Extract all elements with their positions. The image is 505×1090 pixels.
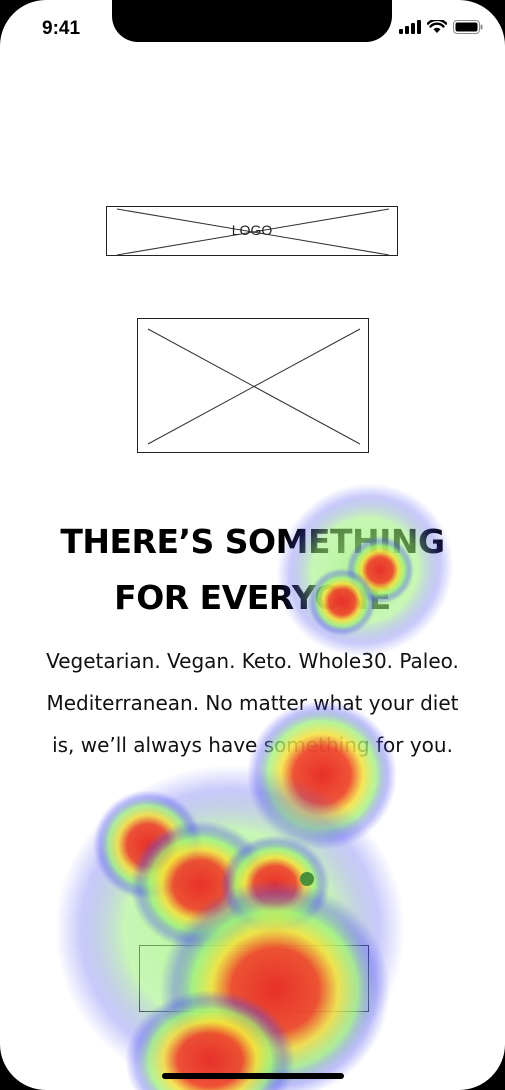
image-placeholder-icon [147,328,361,445]
signal-icon [399,20,421,34]
headline-line-1: THERE’S SOMETHING [60,522,445,561]
body-line-1: Vegetarian. Vegan. Keto. Whole30. Paleo. [46,649,459,673]
home-indicator [162,1073,344,1079]
logo-placeholder: LOGO [106,206,398,256]
phone-screen: 9:41 LOGO THERE’S SOMETHING FOR EVERYONE… [0,0,505,1090]
battery-icon [453,20,483,34]
body-line-3: is, we’ll always have something for you. [52,733,453,757]
heatmap-blob [55,765,405,1090]
headline-line-2: FOR EVERYONE [114,578,391,617]
device-notch [112,0,392,42]
hero-image-placeholder [137,318,369,453]
status-icons [399,20,483,34]
body-copy: Vegetarian. Vegan. Keto. Whole30. Paleo.… [24,640,481,766]
status-time: 9:41 [42,18,81,39]
cta-button-placeholder[interactable] [139,945,369,1012]
headline: THERE’S SOMETHING FOR EVERYONE [0,514,505,626]
heatmap-blob [220,835,330,935]
heatmap-dot [300,872,314,886]
body-line-2: Mediterranean. No matter what your diet [46,691,459,715]
wifi-icon [427,20,447,33]
logo-label: LOGO [231,222,273,238]
heatmap-blob [130,820,270,950]
heatmap-blob [93,790,203,900]
